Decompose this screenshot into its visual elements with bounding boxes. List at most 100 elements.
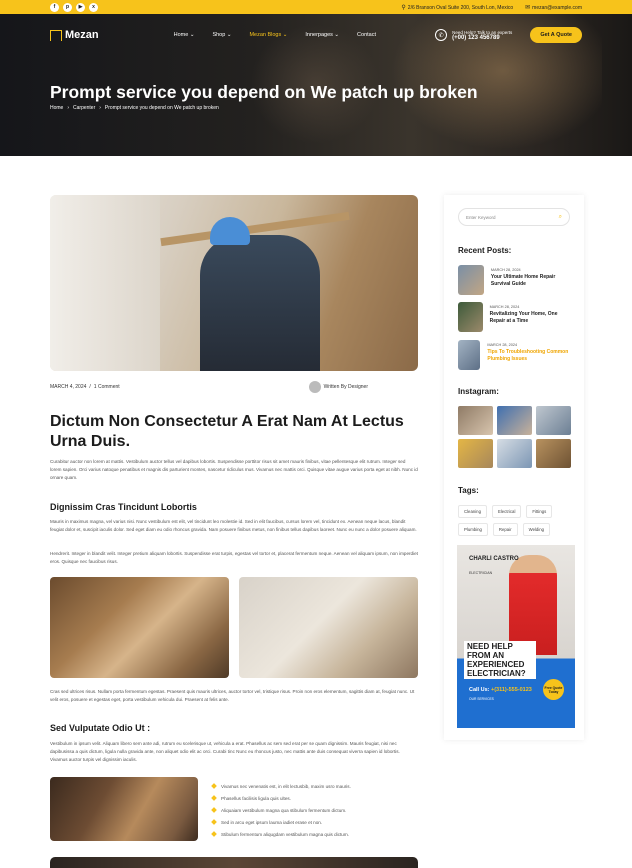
article-title: Dictum Non Consectetur A Erat Nam At Lec… — [50, 413, 404, 450]
electrician-ad-banner[interactable]: CHARLI CASTRO ELECTRICIAN NEED HELP FROM… — [457, 545, 575, 728]
top-bar: f p ▶ x ⚲ 2/6 Branson Oval Suite 200, Sou… — [0, 0, 632, 14]
post-thumbnail[interactable] — [458, 265, 484, 295]
carpenter-image — [50, 777, 198, 841]
bullet-icon — [211, 807, 217, 813]
banner-role: ELECTRICIAN — [469, 571, 493, 575]
main-nav: Mezan Home ⌄ Shop ⌄ Mezan Blogs ⌄ Innerp… — [50, 24, 582, 46]
post-date: MARCH 4, 2024 — [50, 384, 87, 390]
author-name: Written By Designer — [323, 384, 368, 390]
recent-post[interactable]: MARCH 28, 2024 Your Ultimate Home Repair… — [458, 265, 570, 295]
post-author: Written By Designer — [308, 381, 368, 393]
nav-item-home[interactable]: Home ⌄ — [174, 32, 195, 38]
nav-item-shop[interactable]: Shop ⌄ — [212, 32, 231, 38]
breadcrumb-home[interactable]: Home — [50, 105, 63, 111]
email[interactable]: ✉ mezan@example.com — [525, 4, 582, 11]
instagram-image[interactable] — [497, 439, 532, 468]
article-intro: Curabitur auctor non lorem at mattis. Ve… — [50, 459, 418, 481]
post-title[interactable]: Tips To Troubleshooting Common Plumbing … — [487, 349, 570, 363]
breadcrumb-category[interactable]: Carpenter — [73, 105, 95, 111]
nav-item-blogs[interactable]: Mezan Blogs ⌄ — [249, 32, 287, 38]
meta-separator: / — [89, 384, 91, 390]
instagram-image[interactable] — [497, 406, 532, 435]
youtube-icon[interactable]: ▶ — [76, 2, 85, 12]
house-logo-icon — [50, 29, 62, 41]
help-phone[interactable]: (+00) 123 456789 — [452, 35, 512, 41]
email-text[interactable]: mezan@example.com — [532, 5, 582, 11]
next-image — [50, 857, 418, 868]
help-label: Need Help? Talk to an experts — [452, 29, 513, 35]
post-date: MARCH 28, 2024 — [490, 268, 521, 272]
feature-list: Vivamus nec venenatis est, in elit lectu… — [211, 780, 351, 840]
post-thumbnail[interactable] — [458, 302, 483, 332]
tag[interactable]: Repair — [492, 523, 518, 536]
logo[interactable]: Mezan — [50, 29, 99, 41]
search-input[interactable]: Enter Keyword ⌕ — [458, 208, 570, 226]
article-paragraph-2: Mauris in maximus magna, vel varius nisi… — [50, 519, 417, 533]
phone-icon: ✆ — [435, 29, 448, 41]
woodwork-image — [50, 577, 229, 678]
electrician-photo — [509, 555, 557, 655]
list-item: Stibulum fermentum aliqugdam vestibulum … — [211, 828, 351, 840]
location-pin-icon: ⚲ — [401, 4, 406, 11]
recent-posts-heading: Recent Posts: — [458, 246, 512, 255]
address: ⚲ 2/6 Branson Oval Suite 200, South Lon, … — [401, 4, 513, 11]
instagram-image[interactable] — [536, 406, 571, 435]
list-item: Phasellus facilisis ligula quis ultes. — [211, 792, 351, 804]
logo-text: Mezan — [65, 29, 99, 41]
list-item: Sed in arcu eget ipsum lauma iadiet eras… — [211, 816, 351, 828]
search-placeholder: Enter Keyword — [466, 214, 496, 220]
x-icon[interactable]: x — [89, 2, 98, 12]
get-quote-button[interactable]: Get A Quote — [530, 27, 582, 43]
post-meta: MARCH 4, 2024 / 1 Comment Written By Des… — [50, 381, 418, 393]
recent-post[interactable]: MARCH 28, 2024 Tips To Troubleshooting C… — [458, 340, 570, 370]
post-title[interactable]: Revitalizing Your Home, One Repair at a … — [490, 311, 570, 325]
nav-item-contact[interactable]: Contact — [357, 32, 376, 38]
help-contact: ✆ Need Help? Talk to an experts (+00) 12… — [435, 29, 512, 41]
pinterest-icon[interactable]: p — [63, 2, 72, 12]
tag[interactable]: Cleaning — [458, 505, 487, 518]
tag[interactable]: Fittings — [526, 505, 553, 518]
breadcrumb-separator: › — [99, 105, 101, 111]
post-date: MARCH 28, 2024 — [487, 343, 518, 347]
nav-item-innerpages[interactable]: Innerpages ⌄ — [305, 32, 339, 38]
section-heading-1: Dignissim Cras Tincidunt Lobortis — [50, 502, 197, 512]
tags-heading: Tags: — [458, 486, 479, 495]
instagram-image[interactable] — [536, 439, 571, 468]
bullet-icon — [211, 819, 217, 825]
tag-list: Cleaning Electrical Fittings Plumbing Re… — [458, 505, 570, 536]
banner-call[interactable]: Call Us: +(311)-555-0123 — [469, 687, 532, 693]
facebook-icon[interactable]: f — [50, 2, 59, 12]
article-paragraph-5: Vestibulum in ipsum velit. Aliquam liber… — [50, 741, 400, 763]
post-title[interactable]: Your Ultimate Home Repair Survival Guide — [491, 274, 570, 288]
bullet-icon — [211, 831, 217, 837]
instagram-heading: Instagram: — [458, 387, 499, 396]
bullet-icon — [211, 783, 217, 789]
avatar — [308, 381, 321, 393]
tag[interactable]: Welding — [522, 523, 551, 536]
search-icon[interactable]: ⌕ — [559, 214, 562, 221]
banner-services: OUR SERVICES — [469, 697, 494, 701]
comments-link[interactable]: 1 Comment — [94, 384, 120, 390]
breadcrumb-current: Prompt service you depend on We patch up… — [104, 105, 219, 111]
banner-name: CHARLI CASTRO — [469, 556, 519, 562]
recent-post[interactable]: MARCH 28, 2024 Revitalizing Your Home, O… — [458, 302, 570, 332]
sidebar: Enter Keyword ⌕ Recent Posts: MARCH 28, … — [444, 195, 584, 740]
list-item: Vivamus nec venenatis est, in elit lectu… — [211, 780, 351, 792]
instagram-image[interactable] — [458, 406, 493, 435]
featured-image — [50, 195, 418, 371]
instagram-image[interactable] — [458, 439, 493, 468]
breadcrumb-separator: › — [67, 105, 70, 111]
bullet-icon — [211, 795, 217, 801]
post-date: MARCH 28, 2024 — [489, 305, 520, 309]
mail-icon: ✉ — [525, 4, 531, 11]
contact-info: ⚲ 2/6 Branson Oval Suite 200, South Lon, … — [401, 4, 582, 11]
tag[interactable]: Electrical — [491, 505, 522, 518]
section-heading-2: Sed Vulputate Odio Ut : — [50, 723, 151, 733]
breadcrumb: Home › Carpenter › Prompt service you de… — [50, 105, 219, 111]
post-thumbnail[interactable] — [458, 340, 481, 370]
tag[interactable]: Plumbing — [458, 523, 488, 536]
help-text: Need Help? Talk to an experts (+00) 123 … — [452, 30, 512, 41]
door-lock-image — [239, 577, 418, 678]
article-paragraph-4: Cras sed ultrices risus. Nullam porta fe… — [50, 689, 415, 703]
social-links: f p ▶ x — [50, 2, 98, 12]
